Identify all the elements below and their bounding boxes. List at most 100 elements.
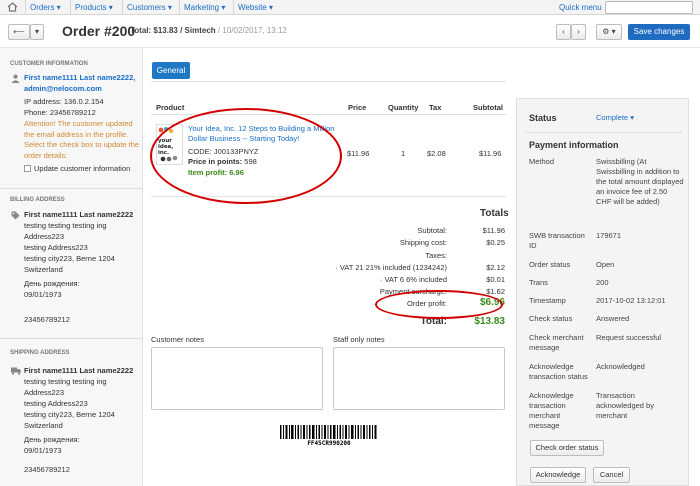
subtotal-label: Subtotal: xyxy=(417,226,447,235)
shipping-cost-value: $0.25 xyxy=(486,238,505,247)
col-quantity: Quantity xyxy=(388,103,419,112)
divider xyxy=(0,188,143,189)
save-changes-button[interactable]: Save changes xyxy=(628,24,690,40)
swb-transaction-label: SWB transaction ID xyxy=(529,231,585,250)
method-label: Method xyxy=(529,157,555,166)
caret-down-icon: ▾ xyxy=(34,27,39,36)
shipping-line: testing Address223 xyxy=(24,399,88,408)
shipping-country: Switzerland xyxy=(24,421,63,430)
total-value: $13.83 xyxy=(474,316,505,327)
next-order-button[interactable]: › xyxy=(571,24,586,40)
ack-merchant-msg-value: Transaction acknowledged by merchant xyxy=(596,391,654,420)
shipping-line: Address223 xyxy=(24,388,65,397)
divider xyxy=(0,338,143,339)
shipping-line: testing city223, Berne 1204 xyxy=(24,410,115,419)
back-dropdown-button[interactable]: ▾ xyxy=(30,24,44,40)
billing-country: Switzerland xyxy=(24,265,63,274)
menu-orders[interactable]: Orders ▾ xyxy=(25,0,65,15)
check-status-value: Answered xyxy=(596,314,630,323)
order-status-panel: Status Complete ▾ Payment information Me… xyxy=(516,98,689,486)
prev-order-button[interactable]: ‹ xyxy=(556,24,571,40)
timestamp-value: 2017-10-02 13:12:01 xyxy=(596,296,666,305)
check-order-status-button[interactable]: Check order status xyxy=(530,440,604,456)
customer-notes-textarea[interactable] xyxy=(151,347,323,410)
col-subtotal: Subtotal xyxy=(473,103,503,112)
ack-merchant-msg-label: Acknowledge transaction merchant message xyxy=(529,391,574,430)
billing-line: testing Address223 xyxy=(24,243,88,252)
settings-dropdown-button[interactable]: ⚙ ▾ xyxy=(596,24,622,40)
ack-status-label: Acknowledge transaction status xyxy=(529,362,588,381)
trans-label: Trans xyxy=(529,278,548,287)
tab-divider xyxy=(151,81,506,82)
cancel-button[interactable]: Cancel xyxy=(593,467,630,483)
product-quantity: 1 xyxy=(401,149,406,158)
check-status-label: Check status xyxy=(529,314,573,323)
shipping-phone: 23456789212 xyxy=(24,465,70,474)
truck-icon xyxy=(11,367,21,376)
user-icon xyxy=(11,74,20,83)
chevron-left-icon: ‹ xyxy=(562,27,565,36)
status-dropdown[interactable]: Complete ▾ xyxy=(596,113,684,123)
staff-notes-label: Staff only notes xyxy=(333,335,385,344)
ack-status-value: Acknowledged xyxy=(596,362,645,371)
customer-ip: IP address: 136.0.2.154 xyxy=(24,97,104,106)
vat6-label: · VAT 6 6% included xyxy=(379,275,447,284)
product-price: $11.96 xyxy=(347,149,370,158)
update-customer-info-row[interactable]: Update customer information xyxy=(24,164,130,175)
vat21-label: · VAT 21 21% included (1234242) xyxy=(335,263,447,272)
shipping-cost-label: Shipping cost: xyxy=(399,238,447,247)
tag-icon xyxy=(11,211,20,220)
search-input[interactable] xyxy=(605,1,693,14)
annotation-circle xyxy=(375,290,503,319)
col-tax: Tax xyxy=(429,103,442,112)
col-product: Product xyxy=(156,103,185,112)
customer-phone: Phone: 23456789212 xyxy=(24,108,96,117)
billing-phone: 23456789212 xyxy=(24,315,70,324)
page-title: Order #200 xyxy=(62,23,136,39)
update-customer-checkbox[interactable] xyxy=(24,165,31,172)
menu-website[interactable]: Website ▾ xyxy=(233,0,277,15)
annotation-circle xyxy=(150,108,342,204)
taxes-label: Taxes: xyxy=(425,251,447,260)
payment-info-heading: Payment information xyxy=(529,140,619,150)
shipping-name: First name1111 Last name2222 xyxy=(24,366,134,375)
back-button[interactable]: ⟵ xyxy=(8,24,30,40)
top-navigation: Orders ▾ Products ▾ Customers ▾ Marketin… xyxy=(0,0,700,15)
quick-menu-link[interactable]: Quick menu xyxy=(559,0,602,15)
customer-info-heading: Customer information xyxy=(10,61,88,67)
swb-transaction-value: 179671 xyxy=(596,231,622,240)
menu-marketing[interactable]: Marketing ▾ xyxy=(179,0,229,15)
menu-products[interactable]: Products ▾ xyxy=(70,0,117,15)
order-status-value: Open xyxy=(596,260,615,269)
tab-general[interactable]: General xyxy=(152,62,190,79)
billing-address-heading: Billing address xyxy=(10,197,65,203)
chevron-right-icon: › xyxy=(577,27,580,36)
subtotal-value: $11.96 xyxy=(482,226,505,235)
title-bar: ⟵ ▾ Order #200 Total: $13.83 / Simtech /… xyxy=(0,16,700,48)
update-customer-label: Update customer information xyxy=(34,164,131,173)
acknowledge-button[interactable]: Acknowledge xyxy=(530,467,586,483)
menu-customers[interactable]: Customers ▾ xyxy=(122,0,176,15)
billing-line: Address223 xyxy=(24,232,65,241)
method-value: Swissbilling (At Swissbilling in additio… xyxy=(596,157,684,206)
shipping-birthday-label: День рождения: xyxy=(24,435,80,444)
billing-line: testing testing testing ing xyxy=(24,221,107,230)
caret-down-icon: ▾ xyxy=(630,113,634,122)
billing-line: testing city223, Berne 1204 xyxy=(24,254,115,263)
email-update-attention: Attention! The customer updated the emai… xyxy=(24,119,140,160)
product-tax: $2.08 xyxy=(427,149,446,158)
staff-notes-textarea[interactable] xyxy=(333,347,505,410)
barcode-text: FF45CR990200 xyxy=(307,440,351,447)
arrow-left-icon: ⟵ xyxy=(13,27,25,36)
timestamp-label: Timestamp xyxy=(529,296,566,305)
col-price: Price xyxy=(348,103,367,112)
check-merchant-msg-value: Request successful xyxy=(596,333,662,342)
divider xyxy=(525,132,682,133)
order-total-summary: Total: $13.83 / Simtech / 10/02/2017, 13… xyxy=(130,26,287,35)
check-merchant-msg-label: Check merchant message xyxy=(529,333,584,352)
customer-name-link[interactable]: First name1111 Last name2222, admin@nelo… xyxy=(24,73,139,94)
home-icon[interactable] xyxy=(7,2,18,12)
billing-birthday: 09/01/1973 xyxy=(24,290,62,299)
vat6-value: $0.01 xyxy=(486,275,505,284)
order-date: / 10/02/2017, 13:12 xyxy=(217,26,287,35)
